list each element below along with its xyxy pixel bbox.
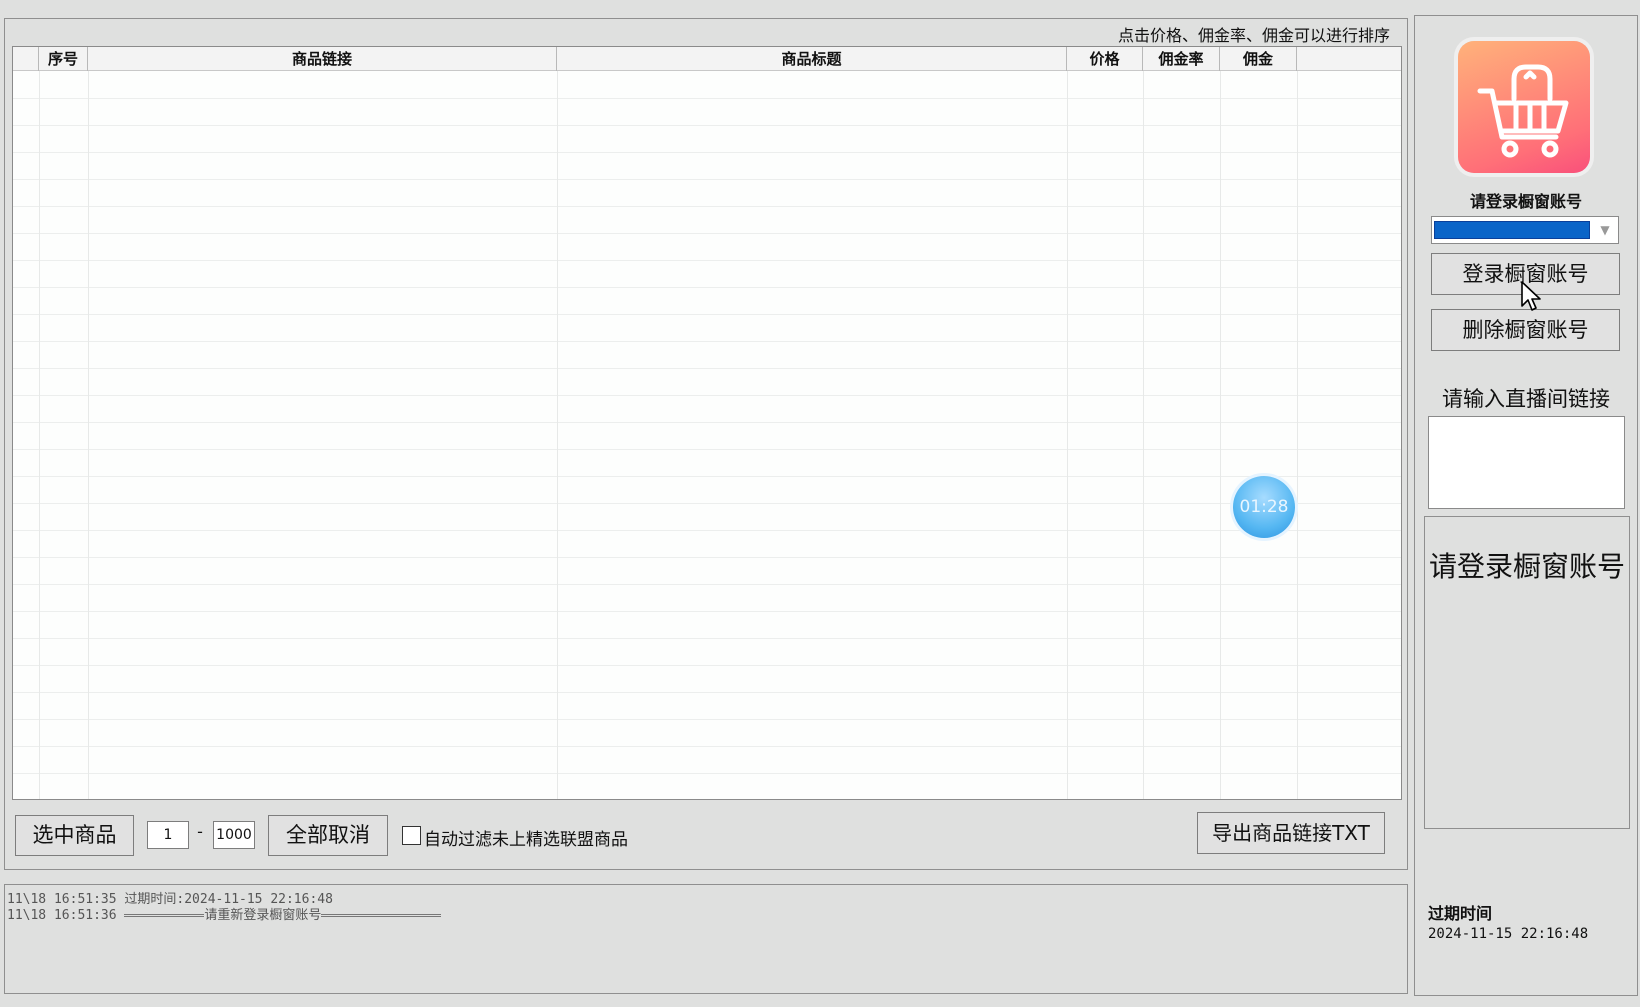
table-row-divider [13, 422, 1401, 423]
table-column-divider [1143, 71, 1144, 799]
table-row-divider [13, 584, 1401, 585]
table-row-divider [13, 125, 1401, 126]
select-products-button[interactable]: 选中商品 [15, 815, 134, 856]
expire-value: 2024-11-15 22:16:48 [1428, 926, 1589, 942]
live-link-input[interactable] [1428, 416, 1625, 509]
mouse-pointer-icon-graphic [1521, 281, 1541, 311]
table-row-divider [13, 557, 1401, 558]
table-row-divider [13, 449, 1401, 450]
header-product-title[interactable]: 商品标题 [557, 47, 1067, 71]
status-text: 请登录橱窗账号 [1428, 550, 1625, 583]
table-row-divider [13, 719, 1401, 720]
table-row-divider [13, 638, 1401, 639]
log-divider [321, 914, 442, 917]
table-row-divider [13, 233, 1401, 234]
delete-account-button[interactable]: 删除橱窗账号 [1431, 309, 1620, 351]
log-line: 11\18 16:51:36 请重新登录橱窗账号 [7, 904, 442, 923]
table-header: 序号 商品链接 商品标题 价格 佣金率 佣金 [13, 47, 1401, 71]
table-row-divider [13, 341, 1401, 342]
range-separator: - [197, 822, 203, 841]
table-row-divider [13, 611, 1401, 612]
range-start-input[interactable]: 1 [147, 821, 189, 849]
cancel-all-button[interactable]: 全部取消 [268, 815, 388, 856]
live-link-label: 请输入直播间链接 [1442, 387, 1610, 411]
chevron-down-icon[interactable]: ▼ [1594, 220, 1616, 240]
export-links-button[interactable]: 导出商品链接TXT [1197, 812, 1385, 854]
timer-bubble[interactable]: 01:28 [1233, 476, 1295, 538]
range-end-input[interactable]: 1000 [213, 821, 255, 849]
table-body[interactable] [13, 71, 1401, 799]
table-row-divider [13, 98, 1401, 99]
table-row-divider [13, 287, 1401, 288]
shopping-cart-icon-graphic [1477, 64, 1569, 158]
product-table[interactable]: 序号 商品链接 商品标题 价格 佣金率 佣金 [12, 46, 1402, 800]
table-row-divider [13, 314, 1401, 315]
header-filler [1297, 47, 1401, 71]
status-panel: 请登录橱窗账号 [1424, 516, 1630, 829]
login-prompt: 请登录橱窗账号 [1469, 192, 1582, 211]
table-row-divider [13, 206, 1401, 207]
table-row-divider [13, 368, 1401, 369]
header-commission[interactable]: 佣金 [1220, 47, 1297, 71]
table-row-divider [13, 152, 1401, 153]
mouse-pointer-icon [1520, 280, 1544, 314]
table-column-divider [1067, 71, 1068, 799]
account-select-value [1434, 221, 1590, 239]
table-column-divider [557, 71, 558, 799]
table-row-divider [13, 476, 1401, 477]
log-text: 请重新登录橱窗账号 [204, 908, 322, 923]
table-row-divider [13, 692, 1401, 693]
table-row-divider [13, 503, 1401, 504]
table-column-divider [1220, 71, 1221, 799]
table-row-divider [13, 530, 1401, 531]
header-check-column[interactable] [13, 47, 39, 71]
account-select[interactable]: ▼ [1431, 216, 1619, 244]
table-row-divider [13, 395, 1401, 396]
header-commission-rate[interactable]: 佣金率 [1143, 47, 1220, 71]
log-panel: 11\18 16:51:35 过期时间:2024-11-15 22:16:48 … [4, 884, 1408, 994]
table-column-divider [39, 71, 40, 799]
log-divider [124, 914, 205, 917]
shopping-cart-icon [1458, 41, 1590, 173]
auto-filter-checkbox[interactable] [402, 826, 421, 845]
table-column-divider [1297, 71, 1298, 799]
header-index[interactable]: 序号 [39, 47, 88, 71]
expire-label: 过期时间 [1428, 904, 1493, 923]
table-row-divider [13, 260, 1401, 261]
table-row-divider [13, 179, 1401, 180]
table-row-divider [13, 746, 1401, 747]
table-row-divider [13, 773, 1401, 774]
sort-hint: 点击价格、佣金率、佣金可以进行排序 [1117, 26, 1390, 45]
table-row-divider [13, 665, 1401, 666]
auto-filter-label[interactable]: 自动过滤未上精选联盟商品 [424, 825, 628, 850]
header-product-link[interactable]: 商品链接 [88, 47, 557, 71]
table-column-divider [88, 71, 89, 799]
log-time: 11\18 16:51:36 [7, 908, 117, 923]
header-price[interactable]: 价格 [1067, 47, 1143, 71]
